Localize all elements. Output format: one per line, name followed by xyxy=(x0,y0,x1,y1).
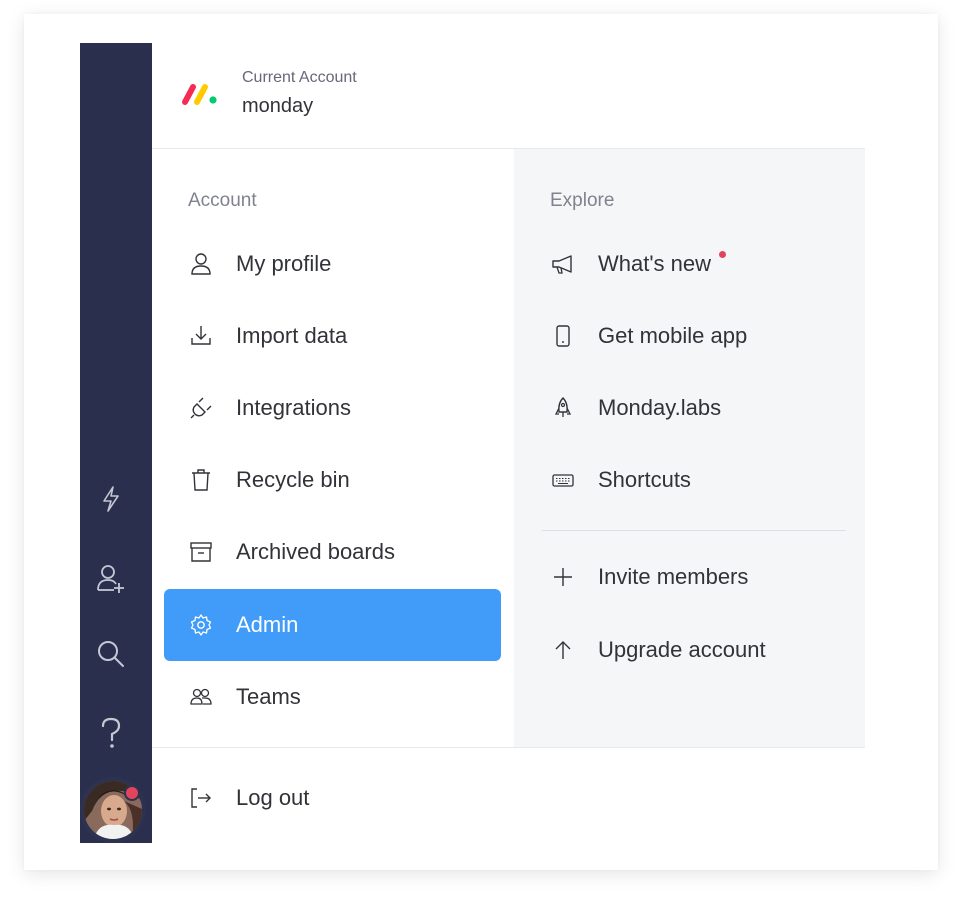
gear-icon xyxy=(188,612,214,638)
menu-item-log-out[interactable]: Log out xyxy=(164,762,501,834)
account-section-title: Account xyxy=(188,190,257,211)
trash-icon xyxy=(188,467,214,493)
archive-icon xyxy=(188,539,214,565)
notification-badge xyxy=(124,785,140,801)
menu-item-label: Recycle bin xyxy=(236,467,350,492)
account-section: Account My profile Import data Integrati… xyxy=(152,149,514,747)
lightning-icon[interactable] xyxy=(80,479,142,519)
current-account-label: Current Account xyxy=(242,69,357,86)
menu-item-import-data[interactable]: Import data xyxy=(164,300,501,372)
help-icon[interactable] xyxy=(80,713,142,753)
explore-section: Explore What's new Get mobile app Monday… xyxy=(514,149,865,747)
menu-item-label: Archived boards xyxy=(236,539,395,564)
add-user-icon[interactable] xyxy=(80,559,142,599)
mobile-icon xyxy=(550,323,576,349)
menu-item-label: My profile xyxy=(236,251,332,276)
arrow-up-icon xyxy=(550,637,576,663)
menu-item-label: Log out xyxy=(236,785,310,810)
menu-item-archived-boards[interactable]: Archived boards xyxy=(164,516,501,588)
menu-item-monday-labs[interactable]: Monday.labs xyxy=(526,372,853,444)
team-icon xyxy=(188,684,214,710)
logout-icon xyxy=(188,785,214,811)
megaphone-icon xyxy=(550,251,576,277)
rocket-icon xyxy=(550,395,576,421)
account-header: Current Account monday xyxy=(152,43,865,149)
search-icon[interactable] xyxy=(80,634,142,674)
menu-item-invite-members[interactable]: Invite members xyxy=(526,541,853,613)
menu-item-label: Upgrade account xyxy=(598,637,766,662)
left-nav-rail xyxy=(80,43,152,843)
keyboard-icon xyxy=(550,467,576,493)
menu-footer: Log out xyxy=(152,747,865,844)
menu-item-teams[interactable]: Teams xyxy=(164,661,501,733)
menu-item-recycle-bin[interactable]: Recycle bin xyxy=(164,444,501,516)
menu-item-upgrade-account[interactable]: Upgrade account xyxy=(526,614,853,686)
menu-item-label: Get mobile app xyxy=(598,323,748,348)
person-icon xyxy=(188,251,214,277)
menu-item-get-mobile-app[interactable]: Get mobile app xyxy=(526,300,853,372)
menu-item-whats-new[interactable]: What's new xyxy=(526,228,853,300)
menu-item-label: Shortcuts xyxy=(598,467,691,492)
menu-item-integrations[interactable]: Integrations xyxy=(164,372,501,444)
menu-item-label: Import data xyxy=(236,323,348,348)
import-icon xyxy=(188,323,214,349)
menu-item-label: Invite members xyxy=(598,564,749,589)
plus-icon xyxy=(550,564,576,590)
menu-item-label: Integrations xyxy=(236,395,351,420)
monday-logo-icon xyxy=(180,81,220,107)
explore-section-title: Explore xyxy=(550,190,615,211)
user-avatar-button[interactable] xyxy=(80,777,146,843)
menu-item-my-profile[interactable]: My profile xyxy=(164,228,501,300)
menu-item-admin[interactable]: Admin xyxy=(164,589,501,661)
explore-divider xyxy=(542,530,846,531)
menu-item-label: Admin xyxy=(236,612,299,637)
account-name[interactable]: monday xyxy=(242,95,313,118)
menu-item-label: Teams xyxy=(236,684,301,709)
plug-icon xyxy=(188,395,214,421)
menu-item-label: Monday.labs xyxy=(598,395,722,420)
menu-item-label: What's new xyxy=(598,251,712,276)
menu-item-shortcuts[interactable]: Shortcuts xyxy=(526,444,853,516)
new-indicator-dot xyxy=(719,250,727,258)
